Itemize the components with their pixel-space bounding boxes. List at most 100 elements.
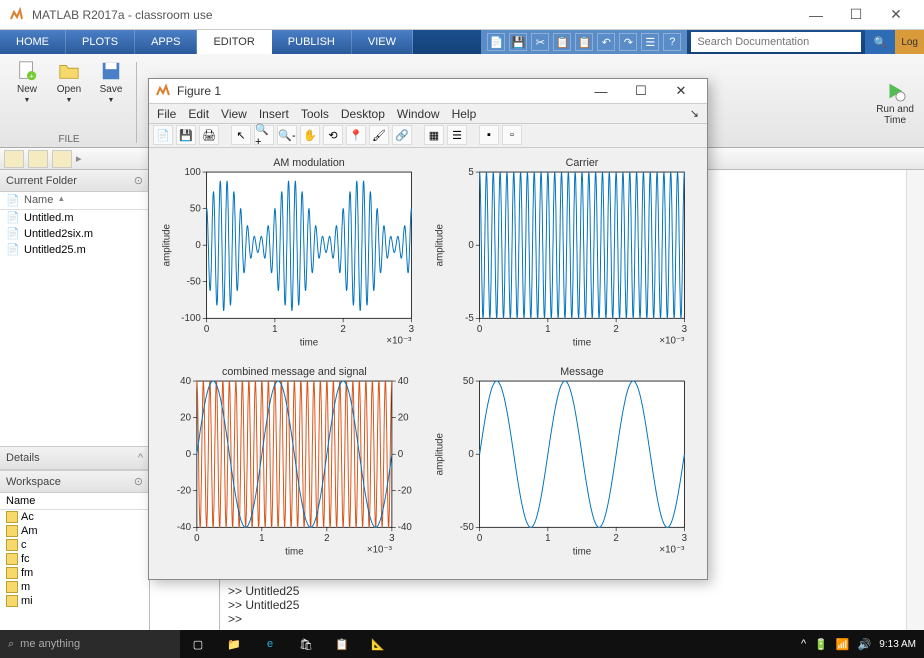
menu-edit[interactable]: Edit <box>188 107 209 121</box>
zoom-in-icon[interactable]: 🔍+ <box>254 125 274 145</box>
svg-text:2: 2 <box>324 533 329 544</box>
store-icon[interactable]: 🛍 <box>288 630 324 658</box>
qat-icon[interactable]: 📄 <box>487 33 505 51</box>
colorbar-icon[interactable]: ▦ <box>424 125 444 145</box>
back-button[interactable] <box>4 150 24 168</box>
command-window[interactable]: >> Untitled25 >> Untitled25 >> <box>220 580 906 630</box>
minimize-button[interactable]: — <box>796 1 836 29</box>
qat-copy-icon[interactable]: 📋 <box>553 33 571 51</box>
new-figure-icon[interactable]: 📄 <box>153 125 173 145</box>
file-item[interactable]: 📄Untitled25.m <box>0 242 149 258</box>
tab-view[interactable]: VIEW <box>352 30 413 54</box>
rotate-icon[interactable]: ⟲ <box>323 125 343 145</box>
figure-minimize-button[interactable]: — <box>581 79 621 103</box>
workspace-header[interactable]: Workspace⊙ <box>0 471 149 493</box>
tray-battery-icon[interactable]: 🔋 <box>814 638 828 651</box>
close-button[interactable]: ✕ <box>876 1 916 29</box>
subplot-carrier[interactable]: Carrier-5050123×10⁻³timeamplitude <box>426 152 699 362</box>
svg-text:+: + <box>29 71 33 80</box>
new-button[interactable]: + New▼ <box>8 58 46 106</box>
search-button[interactable]: 🔍 <box>865 30 895 54</box>
tab-publish[interactable]: PUBLISH <box>272 30 352 54</box>
file-explorer-icon[interactable]: 📁 <box>216 630 252 658</box>
figure-close-button[interactable]: ✕ <box>661 79 701 103</box>
windows-taskbar[interactable]: ⌕me anything ▢ 📁 e 🛍 📋 📐 ^ 🔋 📶 🔊 9:13 AM <box>0 630 924 658</box>
zoom-out-icon[interactable]: 🔍- <box>277 125 297 145</box>
pan-icon[interactable]: ✋ <box>300 125 320 145</box>
menu-tools[interactable]: Tools <box>301 107 329 121</box>
qat-cut-icon[interactable]: ✂ <box>531 33 549 51</box>
subplot-message[interactable]: Message-500500123×10⁻³timeamplitude <box>426 361 699 571</box>
hide-plot-tools-icon[interactable]: ▪ <box>479 125 499 145</box>
svg-text:amplitude: amplitude <box>435 433 446 475</box>
fwd-button[interactable] <box>28 150 48 168</box>
tray-wifi-icon[interactable]: 📶 <box>836 638 850 651</box>
tray-volume-icon[interactable]: 🔊 <box>858 638 872 651</box>
file-item[interactable]: 📄Untitled2six.m <box>0 226 149 242</box>
taskbar-app-icon[interactable]: 📋 <box>324 630 360 658</box>
menu-desktop[interactable]: Desktop <box>341 107 385 121</box>
print-icon[interactable]: 🖨 <box>199 125 219 145</box>
svg-text:1: 1 <box>545 323 550 334</box>
subplot-am-modulation[interactable]: AM modulation-100-500501000123×10⁻³timea… <box>153 152 426 362</box>
cortana-search[interactable]: ⌕me anything <box>0 630 180 658</box>
save-figure-icon[interactable]: 💾 <box>176 125 196 145</box>
system-tray[interactable]: ^ 🔋 📶 🔊 9:13 AM <box>793 638 924 651</box>
toolstrip-tabbar: HOME PLOTS APPS EDITOR PUBLISH VIEW 📄 💾 … <box>0 30 924 54</box>
link-icon[interactable]: 🔗 <box>392 125 412 145</box>
workspace-var[interactable]: mi <box>0 594 149 608</box>
figure-maximize-button[interactable]: ☐ <box>621 79 661 103</box>
tab-apps[interactable]: APPS <box>135 30 197 54</box>
task-view-icon[interactable]: ▢ <box>180 630 216 658</box>
workspace-var[interactable]: m <box>0 580 149 594</box>
svg-text:Message: Message <box>560 366 604 378</box>
subplot-combined[interactable]: combined message and signal-40-2002040-4… <box>153 361 426 571</box>
workspace-var[interactable]: Am <box>0 524 149 538</box>
tab-plots[interactable]: PLOTS <box>66 30 135 54</box>
run-and-time-button[interactable]: Run and Time <box>870 58 920 147</box>
figure-window[interactable]: Figure 1 — ☐ ✕ File Edit View Insert Too… <box>148 78 708 580</box>
up-folder-button[interactable] <box>52 150 72 168</box>
qat-help-icon[interactable]: ? <box>663 33 681 51</box>
figure-titlebar[interactable]: Figure 1 — ☐ ✕ <box>149 79 707 104</box>
menu-file[interactable]: File <box>157 107 176 121</box>
menu-help[interactable]: Help <box>452 107 477 121</box>
legend-icon[interactable]: ☰ <box>447 125 467 145</box>
qat-redo-icon[interactable]: ↷ <box>619 33 637 51</box>
current-folder-list[interactable]: 📄Name▲ 📄Untitled.m 📄Untitled2six.m 📄Unti… <box>0 192 149 446</box>
maximize-button[interactable]: ☐ <box>836 1 876 29</box>
workspace-var[interactable]: Ac <box>0 510 149 524</box>
search-input[interactable] <box>691 32 861 52</box>
menu-insert[interactable]: Insert <box>259 107 289 121</box>
show-plot-tools-icon[interactable]: ▫ <box>502 125 522 145</box>
current-folder-header[interactable]: Current Folder⊙ <box>0 170 149 192</box>
workspace-var[interactable]: fc <box>0 552 149 566</box>
file-item[interactable]: 📄Untitled.m <box>0 210 149 226</box>
qat-paste-icon[interactable]: 📋 <box>575 33 593 51</box>
brush-icon[interactable]: 🖌 <box>369 125 389 145</box>
login-button[interactable]: Log <box>895 30 924 54</box>
menu-view[interactable]: View <box>221 107 247 121</box>
workspace-table[interactable]: Name Ac Am c fc fm m mi <box>0 493 149 630</box>
open-button[interactable]: Open▼ <box>50 58 88 106</box>
taskbar-clock[interactable]: 9:13 AM <box>879 639 916 650</box>
panel-collapse-icon[interactable]: ⊙ <box>134 174 143 187</box>
edge-icon[interactable]: e <box>252 630 288 658</box>
matlab-taskbar-icon[interactable]: 📐 <box>360 630 396 658</box>
workspace-var[interactable]: c <box>0 538 149 552</box>
qat-icon[interactable]: ☰ <box>641 33 659 51</box>
tab-home[interactable]: HOME <box>0 30 66 54</box>
save-button[interactable]: Save▼ <box>92 58 130 106</box>
svg-text:20: 20 <box>398 413 409 424</box>
pointer-icon[interactable]: ↖ <box>231 125 251 145</box>
workspace-var[interactable]: fm <box>0 566 149 580</box>
menu-dock-icon[interactable]: ↘ <box>690 107 699 120</box>
svg-text:1: 1 <box>545 533 550 544</box>
datatip-icon[interactable]: 📍 <box>346 125 366 145</box>
details-header[interactable]: Details^ <box>0 446 149 470</box>
qat-undo-icon[interactable]: ↶ <box>597 33 615 51</box>
menu-window[interactable]: Window <box>397 107 440 121</box>
qat-save-icon[interactable]: 💾 <box>509 33 527 51</box>
tray-chevron-icon[interactable]: ^ <box>801 638 806 650</box>
tab-editor[interactable]: EDITOR <box>197 30 271 54</box>
